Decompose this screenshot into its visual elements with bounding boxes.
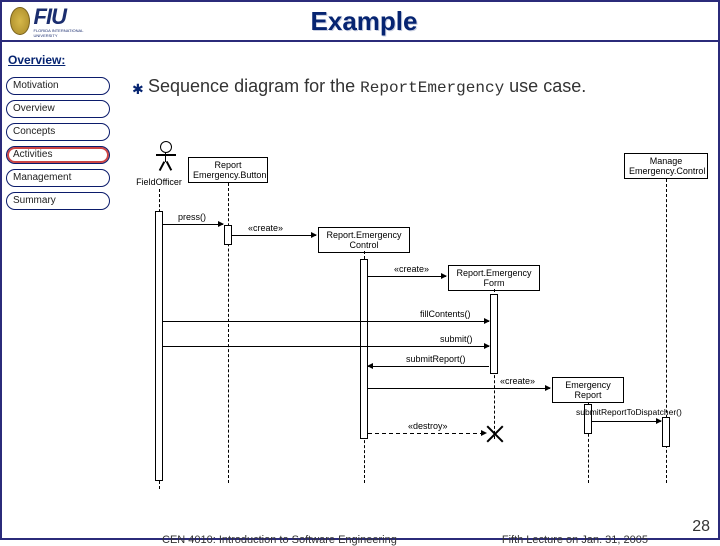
- page-title: Example: [90, 6, 638, 37]
- nav-management[interactable]: Management: [6, 169, 110, 187]
- activation-manage: [662, 417, 670, 447]
- activation-form: [490, 294, 498, 374]
- page-number: 28: [692, 518, 710, 536]
- nav-summary[interactable]: Summary: [6, 192, 110, 210]
- bullet-icon: ✱: [132, 82, 144, 99]
- msg-create3: «create»: [500, 376, 535, 386]
- activation-control: [360, 259, 368, 439]
- arrow-submitreport: [368, 366, 489, 367]
- logo-subtext: FLORIDA INTERNATIONAL UNIVERSITY: [34, 28, 84, 38]
- logo-seal-icon: [10, 7, 30, 35]
- nav-concepts[interactable]: Concepts: [6, 123, 110, 141]
- title-bar: FIU FLORIDA INTERNATIONAL UNIVERSITY Exa…: [2, 2, 718, 42]
- arrow-fill: [163, 321, 489, 322]
- arrow-press: [163, 224, 223, 225]
- msg-submitreport: submitReport(): [406, 354, 466, 364]
- lifeline-report-button: Report Emergency.Button: [188, 157, 268, 183]
- msg-fill: fillContents(): [420, 309, 471, 319]
- actor: FieldOfficer: [146, 141, 185, 187]
- description-suffix: use case.: [504, 76, 586, 96]
- footer-right: Fifth Lecture on Jan. 31, 2005: [502, 534, 648, 546]
- activation-button: [224, 225, 232, 245]
- arrow-dispatcher: [592, 421, 661, 422]
- msg-destroy: «destroy»: [408, 421, 448, 431]
- lifeline-report-control: Report.Emergency Control: [318, 227, 410, 253]
- nav-activities[interactable]: Activities: [6, 146, 110, 164]
- description: Sequence diagram for the ReportEmergency…: [148, 75, 698, 99]
- lifeline-manage-control: Manage Emergency.Control: [624, 153, 708, 179]
- arrow-destroy: [368, 433, 486, 434]
- sidebar: Motivation Overview Concepts Activities Mana…: [6, 77, 110, 215]
- logo-text: FIU: [34, 4, 66, 29]
- slide-body: Overview: Motivation Overview Concepts Acti…: [2, 47, 718, 538]
- destroy-x-icon: [486, 425, 504, 443]
- description-code: ReportEmergency: [360, 79, 504, 97]
- msg-dispatcher: submitReportToDispatcher(): [576, 407, 682, 417]
- actor-label: FieldOfficer: [133, 177, 185, 187]
- arrow-create3: [368, 388, 550, 389]
- lifeline-emergency-report: Emergency Report: [552, 377, 624, 403]
- footer-left: CEN 4010: Introduction to Software Engin…: [162, 534, 397, 546]
- activation-actor: [155, 211, 163, 481]
- slide: FIU FLORIDA INTERNATIONAL UNIVERSITY Exa…: [0, 0, 720, 540]
- arrow-create1: [232, 235, 316, 236]
- stick-figure-icon: [153, 141, 179, 175]
- msg-create1: «create»: [248, 223, 283, 233]
- msg-submit: submit(): [440, 334, 473, 344]
- arrow-submit: [163, 346, 489, 347]
- arrow-create2: [368, 276, 446, 277]
- msg-create2: «create»: [394, 264, 429, 274]
- logo: FIU FLORIDA INTERNATIONAL UNIVERSITY: [8, 3, 84, 39]
- description-prefix: Sequence diagram for the: [148, 76, 360, 96]
- section-label: Overview:: [8, 53, 65, 67]
- nav-overview[interactable]: Overview: [6, 100, 110, 118]
- msg-press: press(): [178, 212, 206, 222]
- nav-motivation[interactable]: Motivation: [6, 77, 110, 95]
- sequence-diagram: FieldOfficer Report Emergency.Button Rep…: [120, 139, 710, 529]
- lifeline-report-form: Report.Emergency Form: [448, 265, 540, 291]
